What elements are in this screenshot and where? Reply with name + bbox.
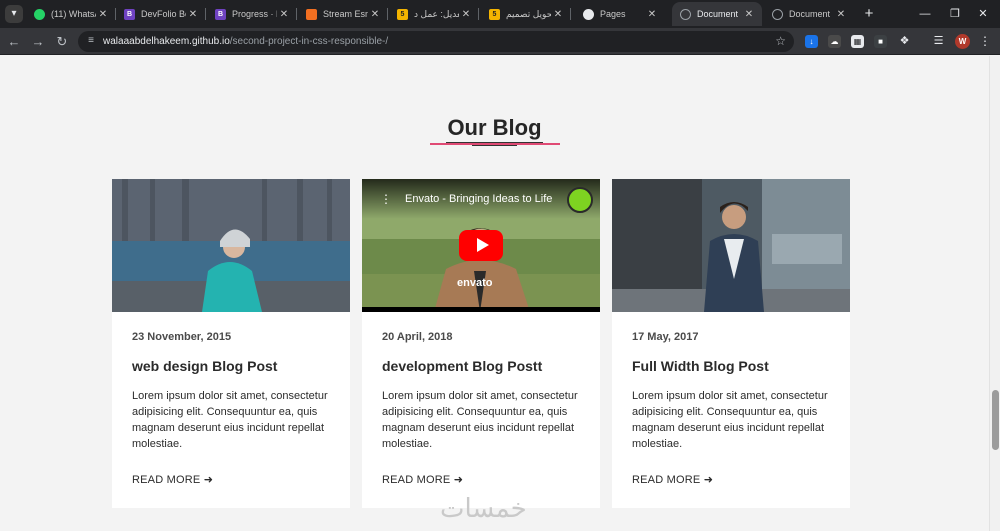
blog-image-girl	[112, 179, 350, 312]
tab-convert-design[interactable]: 5 تحويل تصميم ✕	[481, 2, 571, 26]
soundcloud-icon	[306, 8, 317, 20]
play-icon	[477, 238, 489, 252]
section-title: Our Blog	[447, 115, 542, 140]
globe-icon	[772, 8, 783, 20]
arrow-right-icon: ➜	[453, 474, 464, 486]
khamsat-icon: 5	[397, 8, 408, 20]
card-title: web design Blog Post	[132, 358, 278, 374]
card-title: development Blog Postt	[382, 358, 543, 374]
browser-toolbar: ← → ↻ ≡ walaaabdelhakeem.github.io/secon…	[0, 28, 1000, 55]
close-window-button[interactable]: ✕	[968, 4, 998, 24]
blog-card-3: 17 May, 2017 Full Width Blog Post Lorem …	[612, 179, 850, 508]
tab-document-active[interactable]: Document ✕	[672, 2, 762, 26]
address-bar[interactable]: ≡ walaaabdelhakeem.github.io/second-proj…	[78, 31, 794, 52]
blog-card-2: ⋮ Envato - Bringing Ideas to Life envato…	[362, 179, 600, 508]
card-excerpt: Lorem ipsum dolor sit amet, consectetur …	[132, 390, 328, 450]
read-more-link[interactable]: READ MORE ➜	[632, 473, 713, 486]
close-tab-icon[interactable]: ✕	[368, 9, 382, 20]
scrollbar-thumb[interactable]	[992, 390, 999, 450]
khamsat-watermark: خمسات	[440, 494, 527, 524]
envato-shirt-logo: envato	[457, 277, 493, 289]
page-scrollbar[interactable]	[989, 56, 1000, 531]
tab-devfolio[interactable]: B DevFolio Boo ✕	[116, 2, 206, 26]
read-more-link[interactable]: READ MORE ➜	[132, 473, 213, 486]
card-title: Full Width Blog Post	[632, 358, 769, 374]
tab-progress[interactable]: B Progress · Bo ✕	[207, 2, 297, 26]
video-embed[interactable]: ⋮ Envato - Bringing Ideas to Life envato	[362, 179, 600, 312]
photo-girl-by-wall	[112, 179, 350, 312]
read-more-link[interactable]: READ MORE ➜	[382, 473, 463, 486]
bootstrap-icon: B	[215, 8, 226, 20]
close-tab-icon[interactable]: ✕	[277, 9, 291, 20]
envato-channel-icon[interactable]	[567, 187, 593, 213]
url-text: walaaabdelhakeem.github.io/second-projec…	[103, 36, 389, 47]
restore-button[interactable]: ❐	[940, 4, 970, 24]
card-date: 23 November, 2015	[132, 331, 232, 343]
bootstrap-icon: B	[124, 8, 135, 20]
tab-search-icon[interactable]: ▾	[5, 5, 23, 23]
globe-icon	[680, 8, 691, 20]
extensions-puzzle-icon[interactable]: ❖	[898, 35, 911, 48]
github-icon	[583, 8, 594, 20]
video-menu-icon[interactable]: ⋮	[380, 192, 392, 206]
close-tab-icon[interactable]: ✕	[96, 9, 110, 20]
video-title: Envato - Bringing Ideas to Life	[405, 193, 553, 205]
bookmark-star-icon[interactable]: ☆	[775, 33, 786, 50]
browser-menu-icon[interactable]: ⋮	[978, 33, 992, 50]
cloud-extension-icon[interactable]: ☁	[828, 35, 841, 48]
close-tab-icon[interactable]: ✕	[186, 9, 200, 20]
new-tab-button[interactable]: +	[860, 5, 878, 23]
khamsat-icon: 5	[489, 8, 500, 20]
media-queue-icon[interactable]: ☰	[932, 35, 945, 48]
tab-edit-work[interactable]: 5 تعديل: عمل د ✕	[389, 2, 479, 26]
blog-image-man	[612, 179, 850, 312]
forward-button[interactable]: →	[28, 32, 48, 52]
tab-strip: ▾ (11) WhatsAp ✕ B DevFolio Boo ✕ B Prog…	[0, 0, 1000, 28]
reader-extension-icon[interactable]: ▦	[851, 35, 864, 48]
tab-pages[interactable]: Pages ✕	[575, 2, 665, 26]
close-tab-icon[interactable]: ✕	[459, 9, 473, 20]
card-date: 20 April, 2018	[382, 331, 453, 343]
download-extension-icon[interactable]: ↓	[805, 35, 818, 48]
card-excerpt: Lorem ipsum dolor sit amet, consectetur …	[382, 390, 578, 450]
back-button[interactable]: ←	[4, 32, 24, 52]
profile-avatar[interactable]: W	[955, 34, 970, 49]
blog-card-1: 23 November, 2015 web design Blog Post L…	[112, 179, 350, 508]
photo-man-in-street	[612, 179, 850, 312]
title-underline-short	[472, 145, 517, 146]
close-tab-icon[interactable]: ✕	[645, 9, 659, 20]
close-tab-icon[interactable]: ✕	[742, 9, 756, 20]
whatsapp-icon	[34, 8, 45, 20]
minimize-button[interactable]: —	[910, 4, 940, 24]
card-excerpt: Lorem ipsum dolor sit amet, consectetur …	[632, 390, 828, 450]
close-tab-icon[interactable]: ✕	[834, 9, 848, 20]
card-date: 17 May, 2017	[632, 331, 699, 343]
site-settings-icon[interactable]: ≡	[84, 34, 98, 48]
notes-extension-icon[interactable]: ■	[874, 35, 887, 48]
tab-stream[interactable]: Stream Esma ✕	[298, 2, 388, 26]
arrow-right-icon: ➜	[203, 474, 214, 486]
tab-whatsapp[interactable]: (11) WhatsAp ✕	[26, 2, 116, 26]
arrow-right-icon: ➜	[703, 474, 714, 486]
page-viewport: Our Blog 23 November, 2015 web design Bl…	[0, 56, 989, 531]
reload-button[interactable]: ↻	[52, 32, 72, 52]
tab-document[interactable]: Document ✕	[764, 2, 854, 26]
close-tab-icon[interactable]: ✕	[551, 9, 565, 20]
